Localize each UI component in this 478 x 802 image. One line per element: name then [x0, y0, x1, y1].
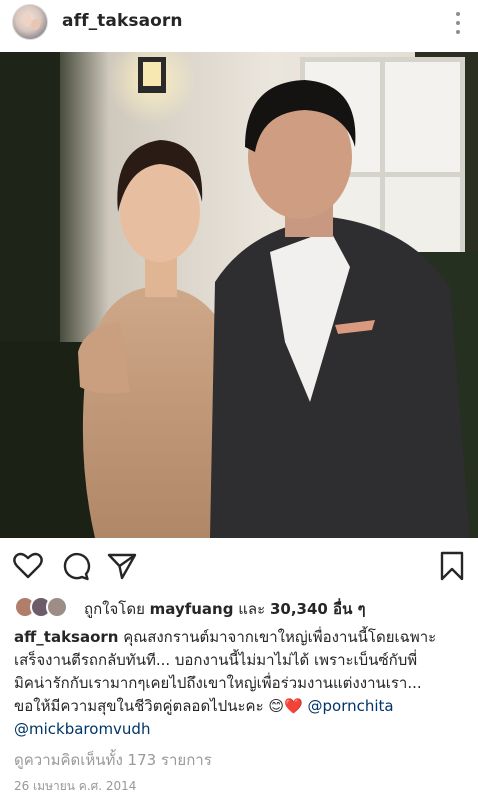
post-caption: aff_taksaorn คุณสงกรานต์มาจากเขาใหญ่เพื่… — [14, 626, 470, 741]
avatar-face — [31, 19, 40, 30]
likes-count[interactable]: 30,340 อื่น ๆ — [270, 600, 366, 618]
profile-avatar[interactable] — [12, 4, 48, 40]
mention-link[interactable]: @mickbaromvudh — [14, 720, 150, 738]
liker-username[interactable]: mayfuang — [150, 600, 234, 618]
likes-conjunction: และ — [238, 600, 266, 618]
bookmark-icon[interactable] — [436, 550, 468, 582]
liker-avatar — [46, 596, 68, 618]
post-photo[interactable] — [0, 52, 478, 538]
post-date: 26 เมษายน ค.ศ. 2014 — [14, 779, 137, 793]
mention-link[interactable]: @pornchita — [308, 697, 394, 715]
caption-text: เสร็จงานตีรถกลับทันที... บอกงานนี้ไม่มาไ… — [14, 651, 418, 669]
more-vertical-icon[interactable] — [452, 12, 464, 34]
action-bar — [0, 546, 478, 586]
caption-text: มิคน่ารักกับเรามากๆเคยไปถึงเขาใหญ่เพื่อร… — [14, 674, 422, 692]
liker-avatars[interactable] — [14, 596, 74, 618]
likes-prefix: ถูกใจโดย — [84, 600, 145, 618]
view-comments-link[interactable]: ดูความคิดเห็นทั้ง 173 รายการ — [14, 748, 212, 772]
caption-author[interactable]: aff_taksaorn — [14, 628, 118, 646]
post-header: aff_taksaorn — [0, 0, 478, 44]
send-icon[interactable] — [106, 550, 138, 582]
comment-icon[interactable] — [59, 550, 91, 582]
caption-text: ขอให้มีความสุขในชีวิตคู่ตลอดไปนะคะ 😊❤️ — [14, 697, 308, 715]
post-username[interactable]: aff_taksaorn — [62, 11, 183, 31]
caption-text: คุณสงกรานต์มาจากเขาใหญ่เพื่องานนี้โดยเฉพ… — [118, 628, 437, 646]
post-photo-image — [0, 52, 478, 538]
heart-icon[interactable] — [12, 550, 44, 582]
likes-row: ถูกใจโดย mayfuang และ 30,340 อื่น ๆ — [0, 594, 478, 620]
likes-summary[interactable]: ถูกใจโดย mayfuang และ 30,340 อื่น ๆ — [84, 597, 366, 621]
